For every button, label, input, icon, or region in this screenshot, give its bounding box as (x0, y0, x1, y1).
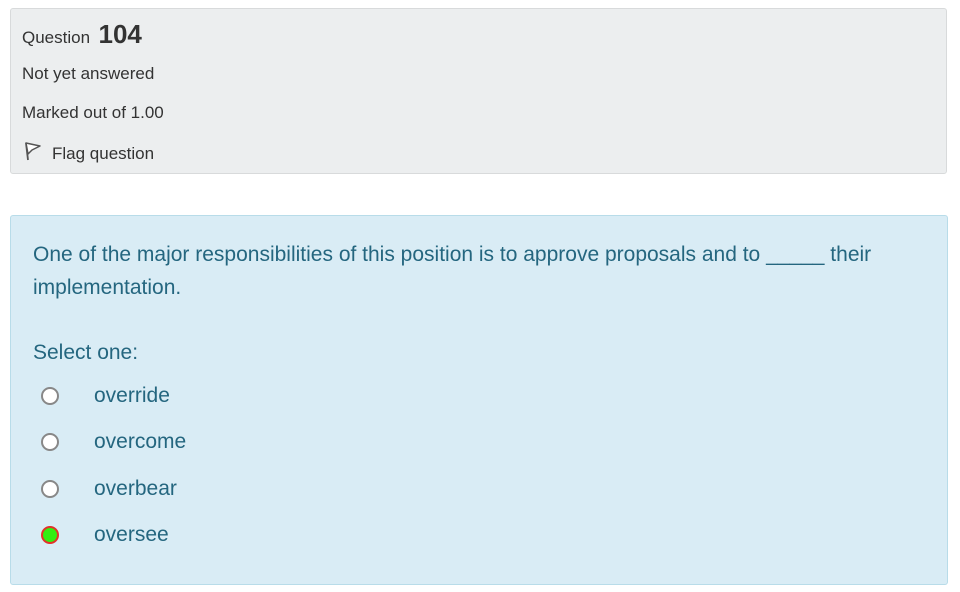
flag-question-label: Flag question (52, 143, 155, 163)
question-content-panel: One of the major responsibilities of thi… (10, 215, 948, 585)
question-text: One of the major responsibilities of thi… (33, 243, 872, 299)
flag-icon (22, 140, 44, 167)
answer-label: overbear (94, 477, 177, 500)
radio-button-selected[interactable] (41, 526, 59, 544)
question-label: Question (22, 28, 91, 47)
answer-option-overcome[interactable]: overcome (41, 430, 186, 454)
answer-label: override (94, 384, 170, 407)
answer-option-override[interactable]: override (41, 384, 170, 408)
flag-question-button[interactable]: Flag question (22, 140, 154, 167)
answer-option-oversee[interactable]: oversee (41, 523, 169, 547)
radio-button[interactable] (41, 480, 59, 498)
answer-label: overcome (94, 430, 187, 453)
select-one-prompt: Select one: (33, 341, 139, 364)
question-number: 104 (98, 19, 142, 49)
question-grade: Marked out of 1.00 (22, 103, 164, 122)
answer-label: oversee (94, 523, 169, 546)
answer-option-overbear[interactable]: overbear (41, 477, 177, 501)
question-state: Not yet answered (22, 64, 155, 83)
radio-button[interactable] (41, 387, 59, 405)
question-title: Question 104 (22, 19, 142, 50)
question-info-panel: Question 104 Not yet answered Marked out… (10, 8, 947, 174)
radio-button[interactable] (41, 433, 59, 451)
